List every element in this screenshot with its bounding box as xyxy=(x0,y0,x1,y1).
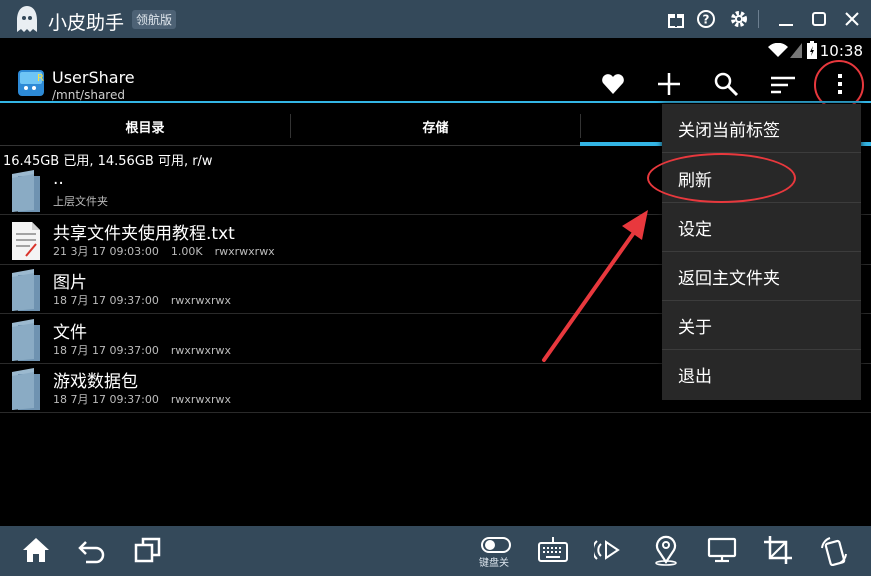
tab-root-label: 根目录 xyxy=(125,120,165,136)
file-meta: 21 3月 17 09:03:00 1.00K rwxrwxrwx xyxy=(53,243,287,259)
favorite-icon[interactable] xyxy=(599,70,627,98)
menu-item-label: 设定 xyxy=(678,219,712,240)
folder-icon xyxy=(12,368,40,410)
tab-storage-label: 存储 xyxy=(422,120,449,136)
signal-icon xyxy=(790,43,802,58)
maximize-icon[interactable] xyxy=(809,9,829,29)
file-meta: 上层文件夹 xyxy=(53,193,120,209)
crop-screenshot-icon[interactable] xyxy=(762,534,794,566)
tab-root[interactable]: 根目录 xyxy=(0,106,290,146)
file-permissions: rwxrwxrwx xyxy=(170,344,231,357)
help-icon[interactable]: ? xyxy=(696,9,716,29)
annotation-arrow xyxy=(542,210,648,362)
emulator-titlebar: 小皮助手 领航版 ? xyxy=(0,0,871,38)
file-meta: 18 7月 17 09:37:00 rwxrwxrwx xyxy=(53,342,243,358)
file-meta-desc: 上层文件夹 xyxy=(53,195,108,208)
refresh-annotation-ellipse xyxy=(647,153,796,203)
file-date: 18 7月 17 09:37:00 xyxy=(53,393,159,406)
text-file-icon xyxy=(12,222,40,260)
rotate-phone-icon[interactable] xyxy=(818,534,850,566)
usershare-app-icon[interactable]: R xyxy=(17,68,45,98)
home-icon[interactable] xyxy=(20,534,52,566)
search-icon[interactable] xyxy=(712,70,740,98)
svg-text:?: ? xyxy=(703,13,710,27)
location-icon[interactable] xyxy=(650,534,682,566)
menu-item-label: 退出 xyxy=(678,367,712,387)
sort-icon[interactable] xyxy=(769,70,797,98)
action-bar-divider xyxy=(0,101,871,103)
file-name: 图片 xyxy=(53,273,87,293)
file-name: 文件 xyxy=(53,323,87,343)
folder-icon xyxy=(12,170,40,212)
menu-item-close-tab[interactable]: 关闭当前标签 xyxy=(662,104,861,153)
add-icon[interactable] xyxy=(655,70,683,98)
file-date: 21 3月 17 09:03:00 xyxy=(53,245,159,258)
file-size: 1.00K xyxy=(170,245,203,258)
current-path: /mnt/shared xyxy=(52,88,125,102)
menu-item-about[interactable]: 关于 xyxy=(662,301,861,350)
file-permissions: rwxrwxrwx xyxy=(170,294,231,307)
file-name: 游戏数据包 xyxy=(53,372,138,392)
file-meta: 18 7月 17 09:37:00 rwxrwxrwx xyxy=(53,292,243,308)
menu-item-label: 关闭当前标签 xyxy=(678,120,780,141)
keyboard-toggle-label: 键盘关 xyxy=(479,558,509,569)
menu-item-settings[interactable]: 设定 xyxy=(662,203,861,252)
file-permissions: rwxrwxrwx xyxy=(214,245,275,258)
menu-item-home-folder[interactable]: 返回主文件夹 xyxy=(662,252,861,301)
file-name: 共享文件夹使用教程.txt xyxy=(53,224,235,244)
back-icon[interactable] xyxy=(76,534,108,566)
wifi-icon xyxy=(768,43,788,57)
menu-item-label: 关于 xyxy=(678,317,712,338)
close-icon[interactable] xyxy=(842,9,862,29)
status-clock: 10:38 xyxy=(819,42,863,60)
emulator-bottom-toolbar xyxy=(0,526,871,576)
overflow-dropdown-menu: 关闭当前标签 刷新 设定 返回主文件夹 关于 退出 xyxy=(662,104,861,400)
app-title: UserShare xyxy=(52,68,135,87)
recent-apps-icon[interactable] xyxy=(132,534,164,566)
settings-gear-icon[interactable] xyxy=(729,9,749,29)
file-permissions: rwxrwxrwx xyxy=(170,393,231,406)
svg-text:R: R xyxy=(37,73,44,84)
edition-badge: 领航版 xyxy=(132,10,177,29)
minimize-icon[interactable] xyxy=(776,9,796,29)
folder-icon xyxy=(12,269,40,311)
android-status-bar: 10:38 xyxy=(0,38,871,62)
file-date: 18 7月 17 09:37:00 xyxy=(53,344,159,357)
keyboard-icon[interactable] xyxy=(537,534,569,566)
menu-item-exit[interactable]: 退出 xyxy=(662,350,861,399)
menu-item-label: 返回主文件夹 xyxy=(678,268,780,289)
battery-icon xyxy=(807,41,817,59)
folder-icon xyxy=(12,319,40,361)
gift-icon[interactable] xyxy=(666,9,686,29)
app-logo-icon xyxy=(17,6,37,32)
emulator-app-name: 小皮助手 xyxy=(48,12,125,34)
file-date: 18 7月 17 09:37:00 xyxy=(53,294,159,307)
titlebar-divider xyxy=(758,10,759,28)
shake-icon[interactable] xyxy=(594,534,626,566)
tab-storage[interactable]: 存储 xyxy=(291,106,580,146)
file-name: .. xyxy=(53,169,64,189)
file-meta: 18 7月 17 09:37:00 rwxrwxrwx xyxy=(53,391,243,407)
screen-display-icon[interactable] xyxy=(706,534,738,566)
